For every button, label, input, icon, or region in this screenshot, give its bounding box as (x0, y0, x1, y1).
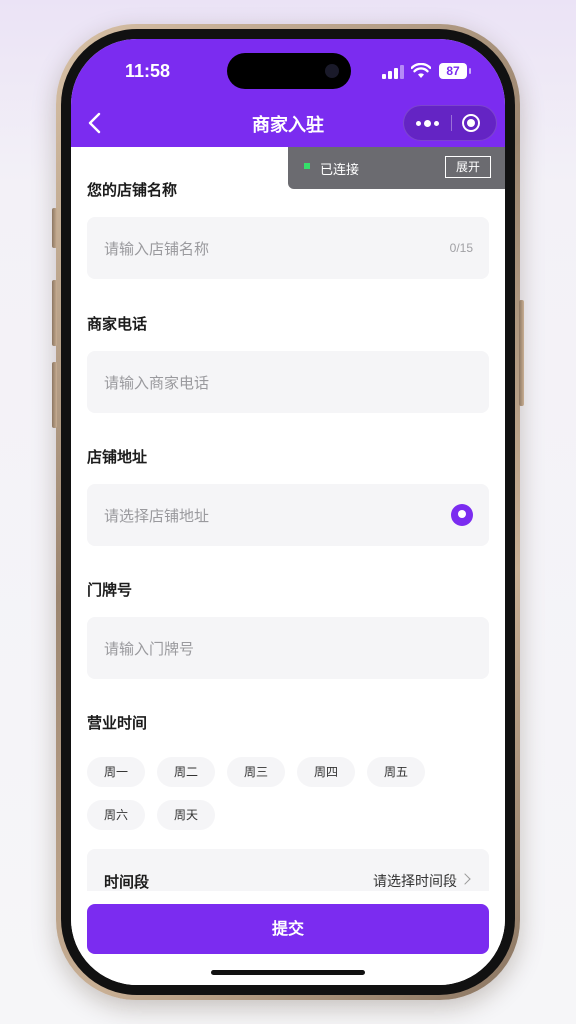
expand-button[interactable]: 展开 (445, 156, 491, 178)
shop-name-label: 您的店铺名称 (87, 181, 178, 199)
nav-header: 11:58 87 商家入驻 (71, 39, 505, 147)
door-number-label: 门牌号 (87, 581, 133, 599)
cellular-signal-icon (382, 65, 404, 79)
day-chip-sunday[interactable]: 周天 (157, 800, 215, 830)
location-pin-icon[interactable] (451, 504, 473, 526)
silent-switch (52, 208, 57, 248)
volume-up-button (52, 280, 57, 346)
connection-status-tip: 已连接 展开 (288, 147, 505, 189)
door-number-input[interactable]: 请输入门牌号 (87, 617, 489, 679)
home-indicator[interactable] (211, 970, 365, 975)
time-period-value: 请选择时间段 (373, 874, 457, 890)
chevron-right-icon (459, 873, 471, 885)
dynamic-island (227, 53, 351, 89)
address-picker[interactable]: 请选择店铺地址 (87, 484, 489, 546)
day-chip-thursday[interactable]: 周四 (297, 757, 355, 787)
phone-label: 商家电话 (87, 315, 148, 333)
connected-indicator-icon (304, 163, 310, 169)
day-chip-monday[interactable]: 周一 (87, 757, 145, 787)
day-chip-saturday[interactable]: 周六 (87, 800, 145, 830)
battery-indicator: 87 (439, 63, 467, 79)
address-placeholder: 请选择店铺地址 (104, 507, 210, 525)
shop-name-placeholder: 请输入店铺名称 (104, 240, 210, 258)
shop-name-input[interactable]: 请输入店铺名称 0/15 (87, 217, 489, 279)
phone-screen: 11:58 87 商家入驻 您的店铺名称 请输入店铺名称 0/15 商家电话 请… (71, 39, 505, 985)
door-number-placeholder: 请输入门牌号 (104, 640, 195, 658)
wifi-icon (411, 63, 431, 78)
miniprogram-capsule (403, 105, 497, 141)
address-label: 店铺地址 (87, 448, 148, 466)
battery-tip (469, 68, 471, 74)
connection-status-text: 已连接 (320, 163, 360, 178)
day-chip-tuesday[interactable]: 周二 (157, 757, 215, 787)
phone-placeholder: 请输入商家电话 (104, 374, 210, 392)
submit-button[interactable]: 提交 (87, 904, 489, 954)
merchant-form: 您的店铺名称 请输入店铺名称 0/15 商家电话 请输入商家电话 店铺地址 请选… (71, 147, 505, 899)
status-time: 11:58 (125, 61, 171, 81)
time-period-label: 时间段 (104, 873, 150, 891)
day-chip-wednesday[interactable]: 周三 (227, 757, 285, 787)
day-chip-friday[interactable]: 周五 (367, 757, 425, 787)
close-miniprogram-icon[interactable] (462, 114, 480, 132)
power-button (519, 300, 524, 406)
volume-down-button (52, 362, 57, 428)
char-counter: 0/15 (449, 241, 473, 255)
business-hours-label: 营业时间 (87, 714, 148, 732)
more-options-icon[interactable] (404, 106, 450, 140)
capsule-divider (451, 115, 452, 131)
phone-input[interactable]: 请输入商家电话 (87, 351, 489, 413)
